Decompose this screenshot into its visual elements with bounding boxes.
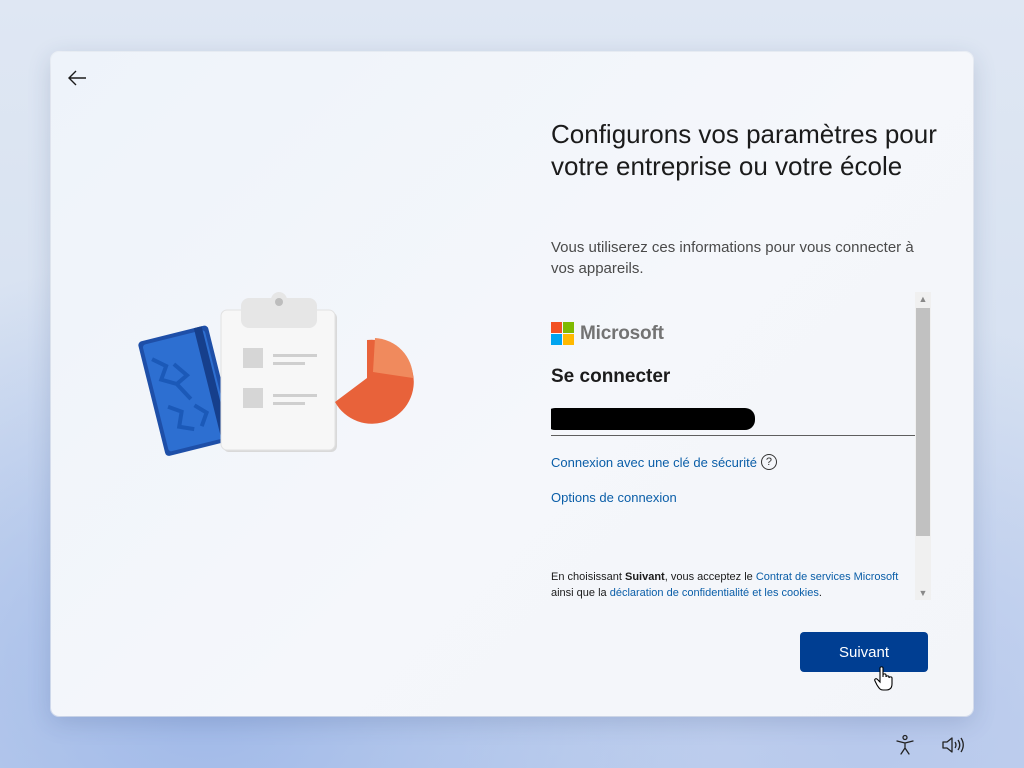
next-button[interactable]: Suivant [800,632,928,672]
page-title: Configurons vos paramètres pour votre en… [551,119,937,181]
scroll-up-icon[interactable]: ▲ [915,292,931,306]
signin-frame: Microsoft Se connecter Connexion avec un… [551,292,931,600]
consent-middle: , vous acceptez le [664,571,756,583]
microsoft-wordmark: Microsoft [580,322,664,344]
consent-line2-prefix: ainsi que la [551,587,610,599]
hand-cursor-icon [874,666,893,691]
page-subtitle: Vous utiliserez ces informations pour vo… [551,239,914,277]
setup-card: Configurons vos paramètres pour votre en… [51,52,973,716]
accessibility-icon[interactable] [894,734,916,756]
back-button[interactable] [63,64,91,92]
scroll-thumb[interactable] [916,308,930,536]
volume-icon[interactable] [941,734,965,756]
security-key-link[interactable]: Connexion avec une clé de sécurité [551,455,757,470]
signin-options-link[interactable]: Options de connexion [551,490,677,505]
security-key-row: Connexion avec une clé de sécurité ? [551,454,777,470]
help-icon[interactable]: ? [760,454,777,470]
signin-heading: Se connecter [551,366,671,387]
consent-text: En choisissant Suivant, vous acceptez le… [551,569,915,600]
consent-line2-suffix: . [818,587,822,599]
consent-prefix: En choisissant [551,571,625,583]
microsoft-logo-icon [551,322,574,345]
signin-panel: Configurons vos paramètres pour votre en… [551,52,951,716]
microsoft-logo: Microsoft [551,322,664,345]
terms-link[interactable]: Contrat de services Microsoft [756,571,898,583]
redacted-email [551,408,755,430]
privacy-link[interactable]: déclaration de confidentialité et les co… [610,587,819,599]
back-arrow-icon [68,70,86,86]
signin-scrollbar[interactable]: ▲ ▼ [915,292,931,600]
consent-bold: Suivant [624,571,665,583]
scroll-down-icon[interactable]: ▼ [915,586,931,600]
work-school-illustration [138,292,414,456]
